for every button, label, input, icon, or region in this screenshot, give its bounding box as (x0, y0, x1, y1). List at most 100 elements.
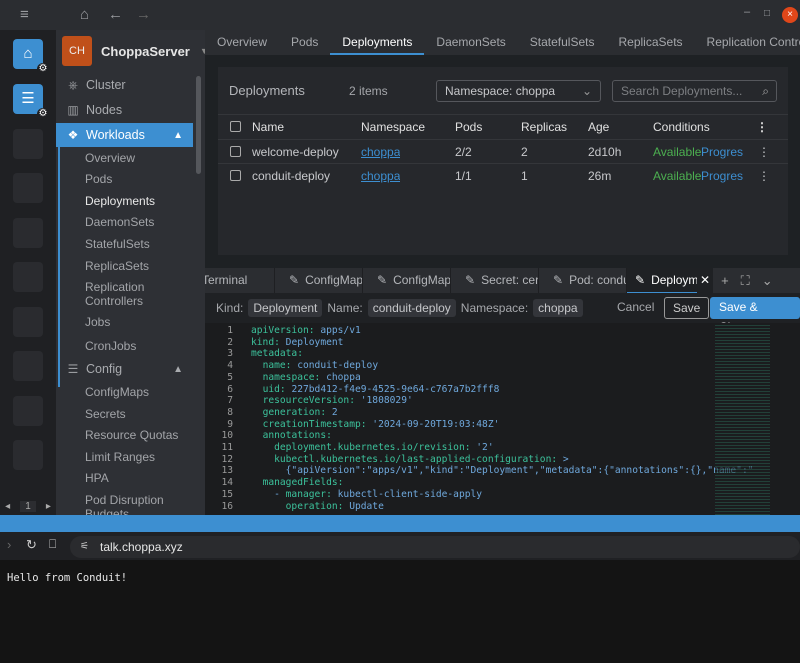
table-row[interactable]: conduit-deploy choppa 1/1 1 26m Available Prog… (218, 163, 788, 187)
close-tab-icon[interactable]: ✕ (697, 268, 714, 293)
sidebar-subitem-replication-controllers[interactable]: Replication Controllers (85, 280, 185, 308)
line-number: 5 (227, 371, 233, 383)
url-bar[interactable]: ⚟ talk.choppa.xyz (70, 536, 800, 558)
name-value: conduit-deploy (367, 299, 456, 317)
column-header-pods[interactable]: Pods (455, 115, 482, 139)
sidebar-item-config[interactable]: ☰ Config ▲ (56, 357, 193, 381)
home-icon: ⌂ (23, 45, 33, 62)
code-line: kind: Deployment (251, 336, 344, 348)
tab-overview[interactable]: Overview (205, 30, 279, 55)
namespace-select[interactable]: Namespace: choppa ⌄ (436, 80, 601, 102)
namespace-link[interactable]: choppa (361, 164, 400, 188)
sidebar-subitem-daemonsets[interactable]: DaemonSets (85, 215, 185, 229)
sidebar-subitem-cronjobs[interactable]: CronJobs (85, 339, 185, 353)
hotbar-cluster[interactable]: ☰ ⚙ (13, 84, 49, 120)
menu-icon[interactable]: ≡ (20, 6, 29, 23)
sidebar-subitem-replicasets[interactable]: ReplicaSets (85, 259, 185, 273)
close-button[interactable]: × (782, 7, 798, 23)
save-close-button[interactable]: Save & Close (710, 297, 800, 334)
sidebar-subitem-deployments[interactable]: Deployments (85, 194, 185, 208)
dock-tab-label: Terminal (205, 273, 248, 287)
sidebar-subitem-configmaps[interactable]: ConfigMaps (85, 385, 185, 399)
hotbar-slot[interactable] (13, 396, 43, 426)
column-header-replicas[interactable]: Replicas (521, 115, 567, 139)
sidebar-scrollbar[interactable] (196, 76, 201, 174)
hotbar-slot[interactable] (13, 351, 43, 381)
hotbar-home[interactable]: ⌂ ⚙ (13, 39, 49, 75)
dock-tab[interactable]: Terminal (205, 268, 275, 293)
sidebar-subitem-secrets[interactable]: Secrets (85, 407, 185, 421)
tab-pods[interactable]: Pods (279, 30, 330, 55)
cancel-button[interactable]: Cancel (609, 297, 662, 319)
yaml-editor[interactable]: 1 apiVersion: apps/v1 2 kind: Deployment 3 me… (205, 323, 800, 515)
dock-tab[interactable]: ✎ ConfigMap: c (275, 268, 363, 293)
config-icon: ☰ (67, 362, 79, 376)
sidebar-item-workloads[interactable]: ❖ Workloads ▲ (56, 123, 193, 147)
sidebar-subitem-limit-ranges[interactable]: Limit Ranges (85, 450, 185, 464)
forward-icon[interactable]: › (7, 537, 11, 552)
search-input[interactable]: Search Deployments... ⌕ (612, 80, 777, 102)
sidebar-subitem-jobs[interactable]: Jobs (85, 315, 185, 329)
age: 2d10h (588, 145, 622, 159)
reload-icon[interactable]: ↻ (26, 537, 37, 553)
forward-icon[interactable]: → (136, 6, 151, 23)
hotbar-slot[interactable] (13, 173, 43, 203)
hotbar-slot[interactable] (13, 440, 43, 470)
editor-minimap[interactable] (715, 323, 770, 515)
chevron-up-icon: ▲ (173, 363, 183, 375)
fullscreen-icon[interactable]: ⛶ (741, 268, 750, 293)
sidebar-item-nodes[interactable]: ▥ Nodes (56, 98, 193, 122)
chevron-down-icon[interactable]: ⌄ (762, 268, 773, 293)
dock-tab[interactable]: ✎ ConfigMap: c (363, 268, 451, 293)
new-tab-icon[interactable]: + (721, 268, 729, 293)
sidebar-subitem-pods[interactable]: Pods (85, 172, 185, 186)
deployments-panel: Deployments 2 items Namespace: choppa ⌄ S… (218, 67, 788, 255)
table-row[interactable]: welcome-deploy choppa 2/2 2 2d10h Available Pr… (218, 139, 788, 163)
row-checkbox[interactable] (230, 146, 241, 157)
column-header-namespace[interactable]: Namespace (361, 115, 425, 139)
gear-icon: ⚙ (37, 108, 49, 120)
column-header-name[interactable]: Name (252, 115, 284, 139)
sidebar-subitem-pod-disruption-budgets[interactable]: Pod Disruption Budgets (85, 493, 185, 515)
minimize-button[interactable]: – (744, 6, 750, 18)
bookmark-icon[interactable]: ⎕ (49, 537, 56, 552)
column-header-conditions[interactable]: Conditions (653, 115, 710, 139)
sidebar-subitem-hpa[interactable]: HPA (85, 471, 185, 485)
deployment-name[interactable]: conduit-deploy (252, 164, 330, 188)
hotbar-slot[interactable] (13, 218, 43, 248)
line-number: 6 (227, 383, 233, 395)
next-page-icon[interactable]: ▸ (46, 501, 51, 512)
hotbar-slot[interactable] (13, 129, 43, 159)
column-menu-icon[interactable]: ⋮ (756, 115, 768, 139)
row-menu-icon[interactable]: ⋮ (758, 164, 770, 188)
row-checkbox[interactable] (230, 170, 241, 181)
sidebar-item-label: Config (86, 362, 123, 376)
prev-page-icon[interactable]: ◂ (5, 501, 10, 512)
tab-daemonsets[interactable]: DaemonSets (424, 30, 517, 55)
tab-replicasets[interactable]: ReplicaSets (607, 30, 695, 55)
home-icon[interactable]: ⌂ (80, 6, 89, 23)
hotbar-slot[interactable] (13, 262, 43, 292)
namespace-link[interactable]: choppa (361, 140, 400, 164)
tab-deployments[interactable]: Deployments (330, 30, 425, 55)
maximize-button[interactable]: □ (764, 8, 770, 19)
sidebar-item-cluster[interactable]: ⎈ Cluster (56, 73, 193, 97)
tab-statefulsets[interactable]: StatefulSets (518, 30, 607, 55)
back-icon[interactable]: ← (108, 6, 123, 23)
save-button[interactable]: Save (664, 297, 710, 319)
sidebar-subitem-overview[interactable]: Overview (85, 151, 185, 165)
site-settings-icon[interactable]: ⚟ (80, 536, 89, 558)
row-menu-icon[interactable]: ⋮ (758, 140, 770, 164)
sidebar-subitem-statefulsets[interactable]: StatefulSets (85, 237, 185, 251)
search-placeholder: Search Deployments... (621, 84, 743, 98)
select-all-checkbox[interactable] (230, 121, 241, 132)
dock-tab[interactable]: ✎ Pod: conduit- (539, 268, 627, 293)
dock-tab[interactable]: ✎ Secret: certifi (451, 268, 539, 293)
sidebar-subitem-resource-quotas[interactable]: Resource Quotas (85, 428, 185, 442)
deployment-name[interactable]: welcome-deploy (252, 140, 339, 164)
hotbar-slot[interactable] (13, 307, 43, 337)
column-header-age[interactable]: Age (588, 115, 609, 139)
cluster-selector[interactable]: CH ChoppaServer ▼ (62, 36, 205, 66)
page-text: Hello from Conduit! (7, 572, 128, 584)
tab-replication-controllers[interactable]: Replication Controllers (695, 30, 800, 55)
